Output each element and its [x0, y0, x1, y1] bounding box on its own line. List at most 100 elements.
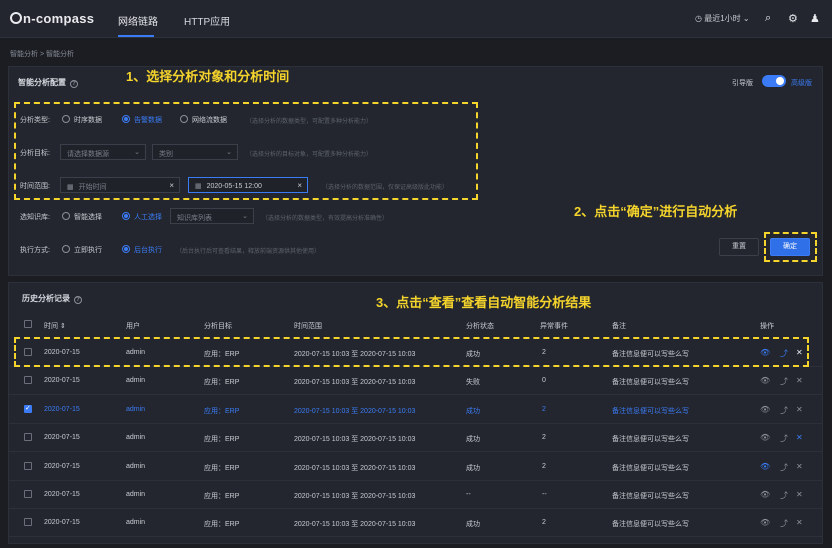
row-checkbox[interactable] [24, 433, 32, 442]
cell-note: 备注信息便可以写些么写 [612, 379, 689, 387]
analysis-type-label: 分析类型: [20, 117, 50, 124]
option-netflow-data[interactable]: 网络流数据 [192, 115, 227, 125]
delete-icon[interactable]: ✕ [796, 490, 803, 499]
cell-range: 2020-07-15 10:03 至 2020-07-15 10:03 [294, 407, 416, 415]
search-icon[interactable]: ⌕ [765, 12, 771, 25]
confirm-button[interactable]: 确定 [770, 238, 810, 256]
time-range-label: 时间范围: [20, 183, 50, 190]
table-row[interactable]: 2020-07-15 admin 应用：ERP 2020-07-15 10:03 至 … [8, 396, 823, 424]
cell-range: 2020-07-15 10:03 至 2020-07-15 10:03 [294, 493, 416, 500]
delete-icon[interactable]: ✕ [796, 518, 803, 527]
table-row[interactable]: 2020-07-15 admin 应用：ERP 2020-07-15 10:03 至 … [8, 509, 823, 538]
option-alarm-data[interactable]: 告警数据 [134, 115, 162, 125]
radio-netflow-data[interactable] [180, 115, 188, 123]
cell-time: 2020-07-15 [44, 434, 80, 442]
export-icon[interactable]: ⤴ [780, 376, 788, 387]
col-range: 时间范围 [294, 323, 322, 330]
radio-manual-select[interactable] [122, 212, 130, 220]
cell-user: admin [126, 462, 146, 470]
radio-time-series[interactable] [62, 115, 70, 123]
config-panel-title: 智能分析配置? [18, 77, 78, 88]
view-icon[interactable]: 👁 [760, 405, 770, 414]
export-icon[interactable]: ⤴ [780, 462, 788, 473]
table-row[interactable]: 2020-07-15 admin 应用：ERP 2020-07-15 10:03 至 … [8, 481, 823, 509]
option-exec-now[interactable]: 立即执行 [74, 245, 102, 255]
cell-note: 备注信息便可以写些么写 [612, 464, 689, 472]
cell-status: -- [466, 491, 471, 498]
logo-ring-icon [10, 12, 22, 24]
start-time-input[interactable]: ▦ 开始时间 × [60, 177, 180, 193]
row-checkbox[interactable] [24, 404, 32, 413]
knowledge-base-select[interactable]: 知识库列表 ⌄ [170, 208, 254, 224]
cell-status: 成功 [466, 464, 480, 472]
cell-events: 0 [542, 377, 546, 385]
cell-status: 失败 [466, 379, 480, 387]
option-time-series[interactable]: 时序数据 [74, 115, 102, 125]
radio-exec-background[interactable] [122, 245, 130, 253]
table-row[interactable]: 2020-07-15 admin 应用：ERP 2020-07-15 10:03 至 … [8, 453, 823, 481]
app-logo[interactable]: n-compass [10, 11, 94, 26]
annotation-step2: 2、点击“确定”进行自动分析 [574, 204, 738, 219]
table-row[interactable]: 2020-07-15 admin 应用：ERP 2020-07-15 10:03 至 … [8, 367, 823, 396]
analysis-target-label: 分析目标: [20, 150, 50, 157]
end-time-input[interactable]: ▦ 2020-05-15 12:00 × [188, 177, 308, 193]
radio-alarm-data[interactable] [122, 115, 130, 123]
clear-icon[interactable]: × [169, 181, 174, 190]
cell-target: 应用：ERP [204, 464, 240, 472]
highlight-box-step3 [14, 337, 809, 367]
table-row[interactable]: 2020-07-15 admin 应用：ERP 2020-07-15 10:03 至 … [8, 424, 823, 453]
select-all-checkbox[interactable] [24, 320, 32, 328]
mode-toggle[interactable] [762, 75, 786, 87]
col-time[interactable]: 时间 ⇕ [44, 321, 66, 331]
col-note: 备注 [612, 323, 626, 330]
row-checkbox[interactable] [24, 461, 32, 470]
time-range-selector[interactable]: ◷ 最近1小时 ⌄ [695, 13, 750, 24]
cell-user: admin [126, 519, 146, 527]
reset-button[interactable]: 重置 [719, 238, 759, 256]
row-checkbox[interactable] [24, 490, 32, 498]
view-icon[interactable]: 👁 [760, 490, 770, 499]
cell-time: 2020-07-15 [44, 491, 80, 498]
radio-smart-select[interactable] [62, 212, 70, 220]
view-icon[interactable]: 👁 [760, 518, 770, 527]
chevron-down-icon: ⌄ [242, 213, 248, 220]
toggle-right-label: 高级版 [791, 80, 812, 87]
delete-icon[interactable]: ✕ [796, 405, 803, 414]
col-actions: 操作 [760, 323, 774, 330]
export-icon[interactable]: ⤴ [780, 490, 788, 501]
tab-network-link[interactable]: 网络链路 [118, 13, 158, 28]
gear-icon[interactable]: ⚙ [788, 12, 798, 25]
toggle-left-label: 引导版 [732, 80, 753, 87]
delete-icon[interactable]: ✕ [796, 462, 803, 471]
row-checkbox[interactable] [24, 376, 32, 385]
option-manual-select[interactable]: 人工选择 [134, 212, 162, 222]
exec-mode-label: 执行方式: [20, 247, 50, 254]
delete-icon[interactable]: ✕ [796, 376, 803, 385]
cell-time: 2020-07-15 [44, 462, 80, 470]
cell-range: 2020-07-15 10:03 至 2020-07-15 10:03 [294, 379, 416, 387]
export-icon[interactable]: ⤴ [780, 405, 788, 416]
view-icon[interactable]: 👁 [760, 462, 770, 471]
breadcrumb: 智能分析 > 智能分析 [10, 51, 74, 58]
row-checkbox[interactable] [24, 518, 32, 527]
tab-http-app[interactable]: HTTP应用 [184, 13, 230, 28]
export-icon[interactable]: ⤴ [780, 433, 788, 444]
radio-exec-now[interactable] [62, 245, 70, 253]
knowledge-hint: （选择分析的数据类型，有效提高分析准确性） [262, 216, 389, 222]
history-panel-title: 历史分析记录? [22, 293, 82, 304]
option-exec-background[interactable]: 后台执行 [134, 245, 162, 255]
clear-icon[interactable]: × [297, 181, 302, 190]
cell-time: 2020-07-15 [44, 405, 80, 413]
user-icon[interactable]: ♟ [810, 12, 820, 25]
view-icon[interactable]: 👁 [760, 433, 770, 442]
help-icon[interactable]: ? [70, 80, 78, 88]
option-smart-select[interactable]: 智能选择 [74, 212, 102, 222]
help-icon[interactable]: ? [74, 296, 82, 304]
view-icon[interactable]: 👁 [760, 376, 770, 385]
target-category-select[interactable]: 类别 ⌄ [152, 144, 238, 160]
export-icon[interactable]: ⤴ [780, 518, 788, 529]
cell-range: 2020-07-15 10:03 至 2020-07-15 10:03 [294, 464, 416, 472]
target-source-select[interactable]: 请选择数据源 ⌄ [60, 144, 146, 160]
col-events: 异常事件 [540, 323, 568, 330]
delete-icon[interactable]: ✕ [796, 433, 803, 442]
